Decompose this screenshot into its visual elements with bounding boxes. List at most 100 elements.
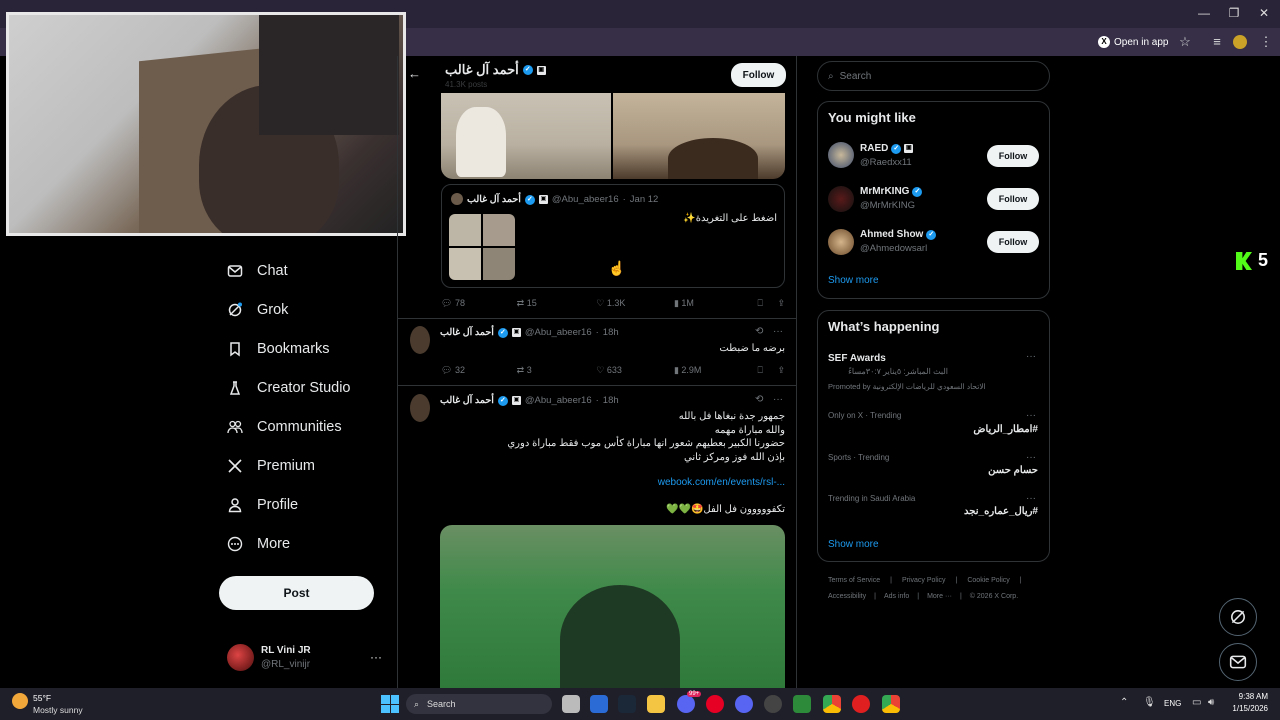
minimize-icon[interactable]: — — [1194, 6, 1214, 20]
nav-item-creator-studio[interactable]: Creator Studio — [227, 373, 351, 403]
promo-title[interactable]: SEF Awards — [828, 353, 886, 364]
language-indicator[interactable]: ENG — [1164, 699, 1181, 708]
tweet-video[interactable] — [440, 525, 785, 688]
nav-item-profile[interactable]: Profile — [227, 490, 298, 520]
footer-link[interactable]: Ads info — [884, 593, 909, 600]
grok-icon — [1231, 610, 1245, 624]
user-avatar[interactable] — [828, 229, 854, 255]
tweet-actions: 💬︎ 78 ⇄ 15 ♡ 1.3K ▮ 1M ⎕ ⇪ — [441, 298, 785, 309]
messages-float-button[interactable] — [1219, 643, 1257, 681]
footer-link[interactable]: Terms of Service — [828, 577, 880, 584]
user-avatar[interactable] — [828, 186, 854, 212]
nav-item-more[interactable]: More — [227, 529, 290, 559]
quote-media-thumb — [449, 214, 481, 246]
profile-follow-button[interactable]: Follow — [731, 63, 786, 87]
person-icon — [227, 497, 243, 513]
show-more-link[interactable]: Show more — [828, 539, 879, 550]
reading-list-icon[interactable]: ≡ — [1209, 34, 1225, 49]
footer-link[interactable]: Privacy Policy — [902, 577, 946, 584]
nav-item-chat[interactable]: Chat — [227, 256, 288, 286]
bookmark-star-icon[interactable]: ☆ — [1177, 34, 1193, 50]
nav-item-grok[interactable]: Grok — [227, 295, 288, 325]
file-explorer-icon[interactable] — [647, 695, 665, 713]
volume-icon[interactable]: 🔊︎ — [1208, 697, 1214, 708]
tweet-avatar[interactable] — [410, 394, 430, 422]
tweet-more-icon[interactable]: ··· — [773, 394, 783, 405]
app-icon[interactable] — [793, 695, 811, 713]
bookmark-icon[interactable]: ⎕ — [758, 365, 778, 376]
show-more-link[interactable]: Show more — [828, 275, 879, 286]
follow-button[interactable]: Follow — [987, 145, 1039, 167]
menu-icon[interactable]: ⋮ — [1258, 34, 1274, 50]
trend-title[interactable]: حسام حسن — [900, 465, 1038, 476]
weather-temp[interactable]: 55°F — [33, 693, 51, 703]
tweet-media-image[interactable] — [441, 93, 611, 179]
task-view-icon[interactable] — [562, 695, 580, 713]
profile-icon[interactable] — [1233, 35, 1247, 49]
tweet-more-icon[interactable]: ··· — [773, 326, 783, 337]
account-more-icon[interactable]: ··· — [370, 650, 382, 664]
tweet-avatar[interactable] — [410, 326, 430, 354]
quote-media-thumb — [483, 248, 515, 280]
trend-title[interactable]: #ريال_عماره_نجد — [900, 506, 1038, 517]
quote-avatar — [451, 193, 463, 205]
repost-action[interactable]: ⇄ 15 — [517, 298, 597, 309]
reply-action[interactable]: 💬︎ 78 — [441, 298, 517, 309]
tweet-media-image[interactable] — [613, 93, 785, 179]
open-in-app-button[interactable]: X Open in app — [1098, 34, 1169, 50]
pinterest-icon[interactable] — [706, 695, 724, 713]
follow-button[interactable]: Follow — [987, 231, 1039, 253]
footer-link[interactable]: Accessibility — [828, 593, 866, 600]
grok-float-button[interactable] — [1219, 598, 1257, 636]
quote-media-thumb — [483, 214, 515, 246]
post-button[interactable]: Post — [219, 576, 374, 610]
share-icon[interactable]: ⇪ — [777, 365, 785, 376]
quote-media-grid[interactable] — [449, 214, 515, 280]
discord-icon[interactable] — [735, 695, 753, 713]
like-action[interactable]: ♡ 1.3K — [596, 298, 674, 309]
like-action[interactable]: ♡ 633 — [596, 365, 674, 376]
trend-more-icon[interactable]: ··· — [1026, 452, 1036, 463]
trend-more-icon[interactable]: ··· — [1026, 351, 1036, 362]
search-input[interactable]: ⌕ Search — [817, 61, 1050, 91]
taskbar-search[interactable]: ⌕ Search — [406, 694, 552, 714]
footer-link[interactable]: Cookie Policy — [967, 577, 1009, 584]
follow-button[interactable]: Follow — [987, 188, 1039, 210]
share-icon[interactable]: ⇪ — [777, 298, 785, 309]
microphone-icon[interactable]: 🎙︎ — [1143, 697, 1156, 708]
repost-action[interactable]: ⇄ 3 — [517, 365, 597, 376]
tweet-body: جمهور جدة نبغاها فل بالله والله مباراة م… — [507, 411, 785, 463]
discord-icon[interactable] — [677, 695, 695, 713]
chrome-icon[interactable] — [882, 695, 900, 713]
tray-chevron-icon[interactable]: ⌃ — [1120, 697, 1128, 708]
windows-start-icon[interactable] — [381, 695, 399, 713]
nav-item-premium[interactable]: Premium — [227, 451, 315, 481]
back-arrow-icon[interactable]: ← — [408, 66, 421, 81]
grok-explain-icon[interactable]: ⟲ — [755, 394, 763, 405]
reply-action[interactable]: 💬︎ 32 — [441, 365, 517, 376]
app-icon[interactable] — [764, 695, 782, 713]
search-icon: ⌕ — [828, 70, 834, 82]
restore-icon[interactable]: ❐ — [1224, 6, 1244, 20]
nav-item-bookmarks[interactable]: Bookmarks — [227, 334, 330, 364]
account-handle: @RL_vinijr — [261, 659, 311, 670]
youtube-music-icon[interactable] — [852, 695, 870, 713]
views-action[interactable]: ▮ 1M — [674, 298, 758, 309]
nav-item-communities[interactable]: Communities — [227, 412, 342, 442]
app-icon[interactable] — [590, 695, 608, 713]
account-avatar[interactable] — [227, 644, 254, 671]
footer-link[interactable]: More ··· — [927, 593, 952, 600]
display-icon[interactable]: ▭ — [1192, 697, 1201, 708]
clock-time[interactable]: 9:38 AM — [1232, 692, 1268, 701]
grok-explain-icon[interactable]: ⟲ — [755, 326, 763, 337]
trend-more-icon[interactable]: ··· — [1026, 410, 1036, 421]
steam-icon[interactable] — [618, 695, 636, 713]
chrome-icon[interactable] — [823, 695, 841, 713]
close-window-icon[interactable]: ✕ — [1254, 6, 1274, 20]
bookmark-icon[interactable]: ⎕ — [758, 298, 778, 309]
user-avatar[interactable] — [828, 142, 854, 168]
trend-more-icon[interactable]: ··· — [1026, 493, 1036, 504]
tweet-link[interactable]: webook.com/en/events/rsl-... — [585, 477, 785, 488]
views-action[interactable]: ▮ 2.9M — [674, 365, 758, 376]
trend-title[interactable]: #امطار_الرياض — [900, 424, 1038, 435]
